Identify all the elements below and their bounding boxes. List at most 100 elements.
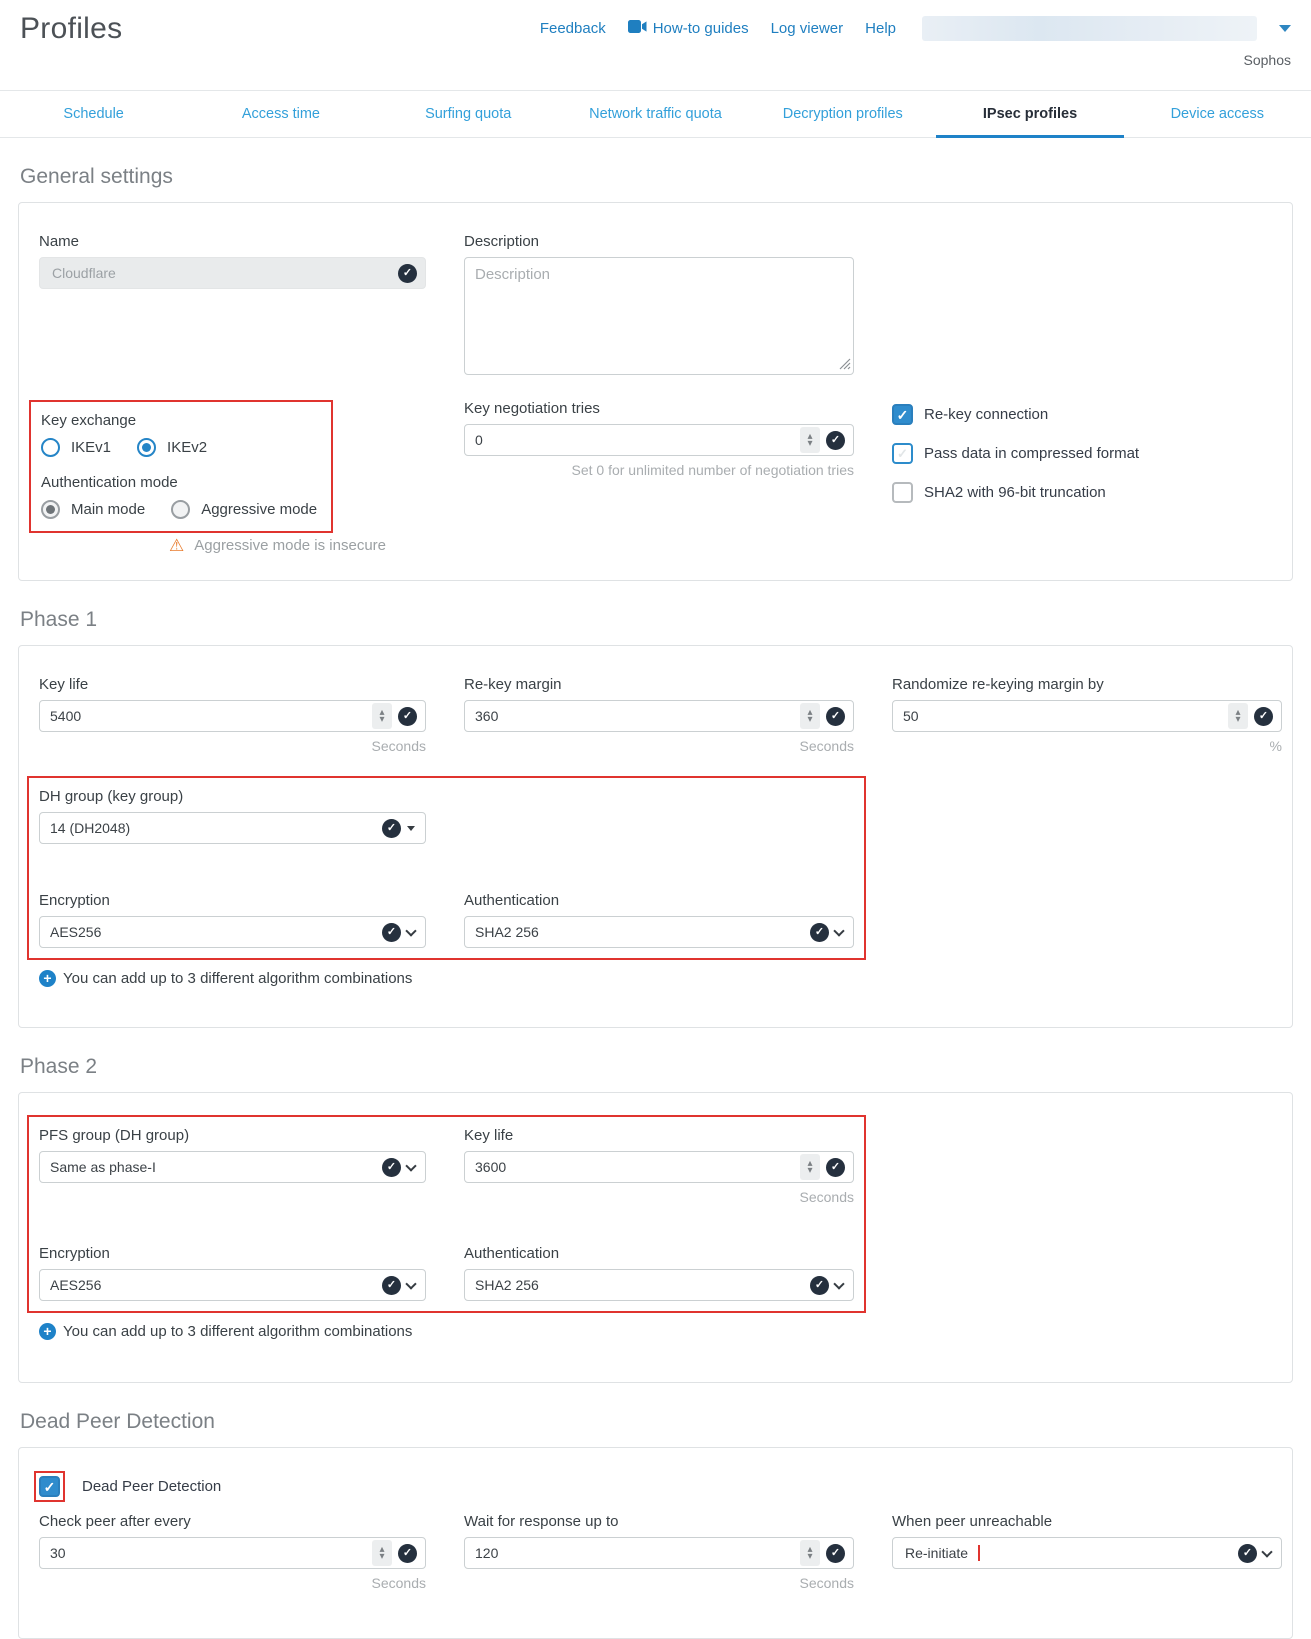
valid-check-badge-icon: [382, 819, 401, 838]
p2-authentication-select[interactable]: SHA2 256: [464, 1269, 854, 1301]
name-field-block: Name: [39, 233, 426, 380]
p1-encryption-label: Encryption: [39, 892, 426, 909]
dpd-checkbox-highlight-box: [34, 1471, 65, 1502]
rekey-connection-checkbox[interactable]: [892, 404, 913, 425]
valid-check-badge-icon: [826, 431, 845, 450]
p1-randomize-block: Randomize re-keying margin by 50 %: [892, 676, 1282, 754]
phase2-heading: Phase 2: [20, 1055, 1293, 1079]
p1-key-life-block: Key life 5400 Seconds: [39, 676, 426, 754]
warning-icon: ⚠: [169, 537, 184, 554]
p1-rekey-margin-value: 360: [475, 708, 794, 724]
dpd-wait-response-input[interactable]: 120: [464, 1537, 854, 1569]
p1-authentication-block: Authentication SHA2 256: [464, 892, 854, 948]
number-stepper-icon[interactable]: [800, 1540, 820, 1566]
dpd-when-unreachable-select[interactable]: Re-initiate: [892, 1537, 1282, 1569]
account-selector[interactable]: [922, 16, 1257, 41]
dpd-check-peer-label: Check peer after every: [39, 1513, 426, 1530]
p1-encryption-value: AES256: [50, 924, 376, 940]
help-link[interactable]: Help: [865, 20, 896, 37]
number-stepper-icon[interactable]: [372, 1540, 392, 1566]
tab-decryption-profiles[interactable]: Decryption profiles: [749, 91, 936, 137]
chevron-down-icon: [1261, 1546, 1272, 1557]
radio-ikev1[interactable]: [41, 438, 60, 457]
p1-authentication-value: SHA2 256: [475, 924, 804, 940]
tab-access-time[interactable]: Access time: [187, 91, 374, 137]
reinitiate-highlight-box: Re-initiate: [903, 1545, 980, 1561]
dpd-wait-response-label: Wait for response up to: [464, 1513, 854, 1530]
phase2-panel: PFS group (DH group) Same as phase-I Key…: [18, 1092, 1293, 1383]
header-right: Feedback How-to guides Log viewer Help S…: [540, 10, 1291, 68]
feedback-link[interactable]: Feedback: [540, 20, 606, 37]
p2-key-life-input[interactable]: 3600: [464, 1151, 854, 1183]
tab-device-access[interactable]: Device access: [1124, 91, 1311, 137]
add-combination-icon[interactable]: [39, 970, 56, 987]
valid-check-badge-icon: [382, 1158, 401, 1177]
dpd-check-peer-input[interactable]: 30: [39, 1537, 426, 1569]
phase1-heading: Phase 1: [20, 608, 1293, 632]
log-viewer-link[interactable]: Log viewer: [771, 20, 844, 37]
name-input[interactable]: [39, 257, 426, 289]
p1-rekey-margin-unit: Seconds: [464, 738, 854, 754]
p1-randomize-input[interactable]: 50: [892, 700, 1282, 732]
p1-key-life-value: 5400: [50, 708, 366, 724]
number-stepper-icon[interactable]: [372, 703, 392, 729]
auth-mode-label: Authentication mode: [41, 474, 321, 491]
number-stepper-icon[interactable]: [1228, 703, 1248, 729]
header-nav: Feedback How-to guides Log viewer Help: [540, 16, 1291, 41]
p2-pfs-group-select[interactable]: Same as phase-I: [39, 1151, 426, 1183]
p1-randomize-label: Randomize re-keying margin by: [892, 676, 1282, 693]
valid-check-badge-icon: [382, 923, 401, 942]
dpd-wait-response-unit: Seconds: [464, 1575, 854, 1591]
valid-check-badge-icon: [826, 707, 845, 726]
valid-check-badge-icon: [382, 1276, 401, 1295]
page-title: Profiles: [20, 10, 122, 46]
dpd-check-peer-value: 30: [50, 1545, 366, 1561]
p1-dh-group-block: DH group (key group) 14 (DH2048): [39, 788, 426, 844]
sha2-truncation-checkbox[interactable]: [892, 482, 913, 503]
name-label: Name: [39, 233, 426, 250]
key-exchange-label: Key exchange: [41, 412, 321, 429]
dpd-enable-checkbox[interactable]: [39, 1476, 60, 1497]
tab-network-traffic-quota[interactable]: Network traffic quota: [562, 91, 749, 137]
p2-encryption-select[interactable]: AES256: [39, 1269, 426, 1301]
radio-main-mode[interactable]: [41, 500, 60, 519]
rekey-connection-label: Re-key connection: [924, 406, 1048, 423]
tab-ipsec-profiles[interactable]: IPsec profiles: [936, 91, 1123, 137]
p1-add-note: You can add up to 3 different algorithm …: [63, 970, 412, 987]
how-to-guides-link[interactable]: How-to guides: [628, 20, 749, 37]
number-stepper-icon[interactable]: [800, 427, 820, 453]
dpd-when-unreachable-label: When peer unreachable: [892, 1513, 1282, 1530]
valid-check-badge-icon: [810, 1276, 829, 1295]
radio-ikev2[interactable]: [137, 438, 156, 457]
radio-ikev2-label: IKEv2: [167, 439, 207, 456]
p1-rekey-margin-input[interactable]: 360: [464, 700, 854, 732]
radio-aggressive-mode[interactable]: [171, 500, 190, 519]
p1-dh-group-select[interactable]: 14 (DH2048): [39, 812, 426, 844]
valid-check-badge-icon: [810, 923, 829, 942]
compressed-format-checkbox[interactable]: [892, 443, 913, 464]
p2-add-note: You can add up to 3 different algorithm …: [63, 1323, 412, 1340]
compressed-format-label: Pass data in compressed format: [924, 445, 1139, 462]
number-stepper-icon[interactable]: [800, 703, 820, 729]
p1-encryption-select[interactable]: AES256: [39, 916, 426, 948]
p2-key-life-block: Key life 3600 Seconds: [464, 1127, 854, 1205]
p1-dh-group-value: 14 (DH2048): [50, 820, 376, 836]
tab-surfing-quota[interactable]: Surfing quota: [375, 91, 562, 137]
key-negotiation-input[interactable]: 0: [464, 424, 854, 456]
p1-rekey-margin-block: Re-key margin 360 Seconds: [464, 676, 854, 754]
caret-down-icon[interactable]: [1279, 25, 1291, 32]
p1-key-life-unit: Seconds: [39, 738, 426, 754]
key-exchange-highlight-box: Key exchange IKEv1 IKEv2 Authentication …: [29, 400, 333, 533]
number-stepper-icon[interactable]: [800, 1154, 820, 1180]
tab-schedule[interactable]: Schedule: [0, 91, 187, 137]
p1-key-life-input[interactable]: 5400: [39, 700, 426, 732]
p2-authentication-label: Authentication: [464, 1245, 854, 1262]
radio-main-mode-label: Main mode: [71, 501, 145, 518]
general-settings-panel: Name Description Key exchange: [18, 202, 1293, 581]
description-textarea[interactable]: [464, 257, 854, 375]
key-negotiation-helper: Set 0 for unlimited number of negotiatio…: [464, 462, 854, 478]
key-exchange-block: Key exchange IKEv1 IKEv2 Authentication …: [39, 400, 426, 554]
p1-authentication-select[interactable]: SHA2 256: [464, 916, 854, 948]
add-combination-icon[interactable]: [39, 1323, 56, 1340]
p2-key-life-label: Key life: [464, 1127, 854, 1144]
